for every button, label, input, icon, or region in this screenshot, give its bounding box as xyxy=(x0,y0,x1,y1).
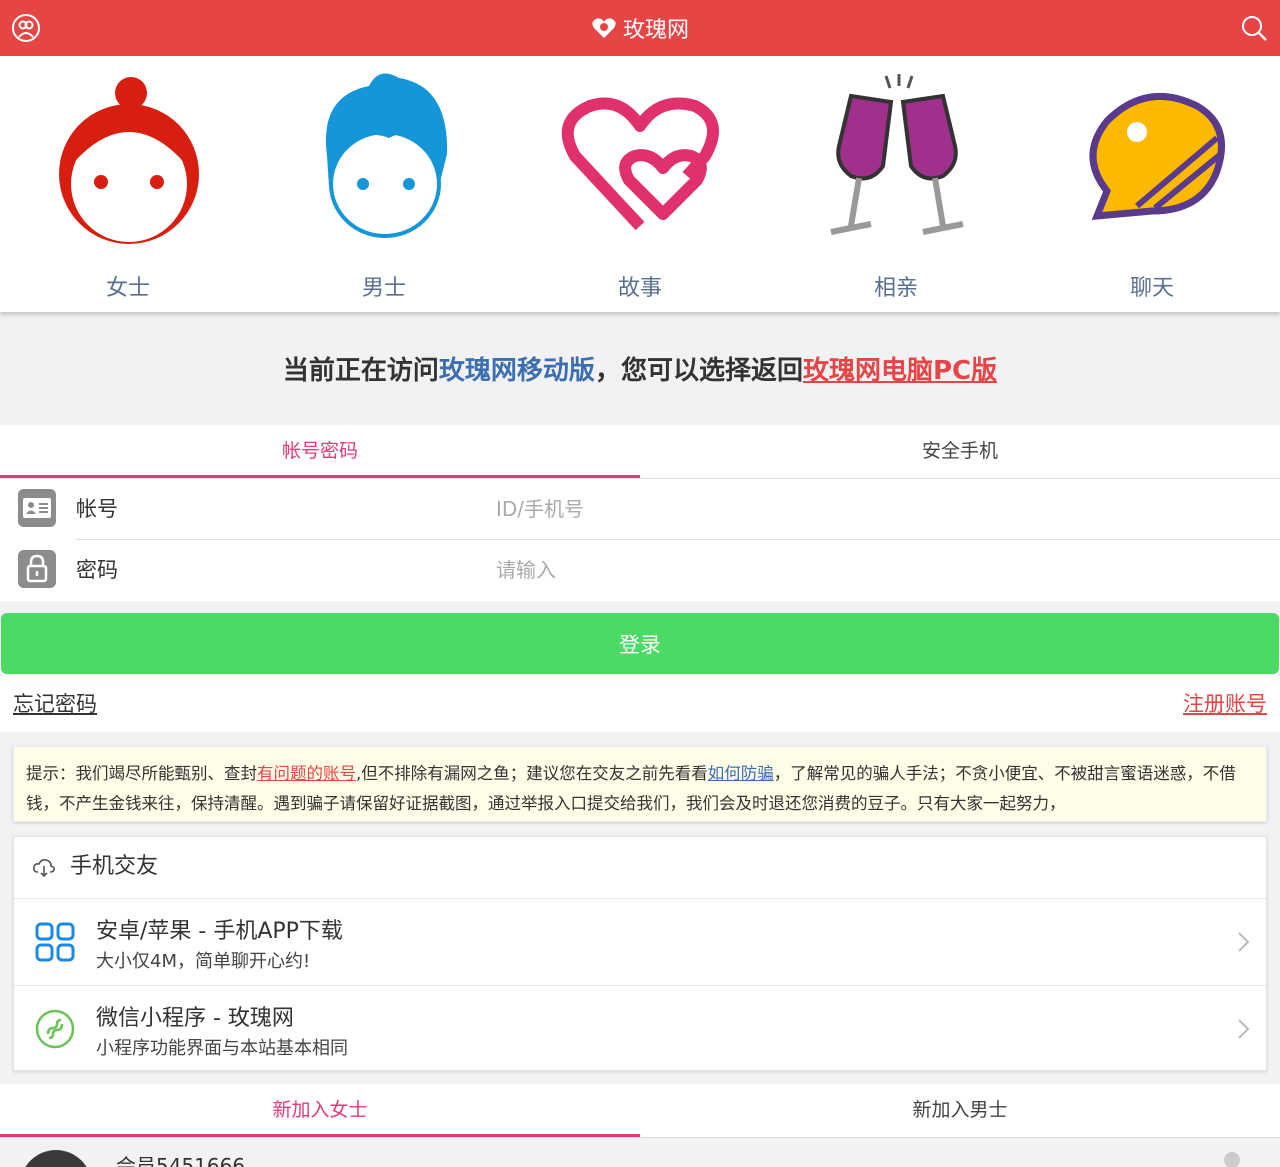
tip-text-2: ,但不排除有漏网之鱼；建议您在交友之前先看看 xyxy=(356,764,708,783)
mini-program-title: 微信小程序 - 玫瑰网 xyxy=(96,1006,294,1031)
woman-icon xyxy=(59,77,199,244)
mini-program-item[interactable]: 微信小程序 - 玫瑰网 小程序功能界面与本站基本相同 xyxy=(14,985,1266,1071)
tip-text-1: 提示：我们竭尽所能甄别、查封 xyxy=(26,764,257,783)
nav-item-women[interactable]: 女士 xyxy=(0,56,256,312)
app-download-title: 安卓/苹果 - 手机APP下载 xyxy=(96,919,343,944)
password-row: 密码 xyxy=(0,540,1280,601)
anti-fraud-link[interactable]: 如何防骗 xyxy=(708,764,774,783)
safety-tip: 提示：我们竭尽所能甄别、查封有问题的账号,但不排除有漏网之鱼；建议您在交友之前先… xyxy=(13,746,1267,822)
card-header: 手机交友 xyxy=(14,837,1266,899)
top-bar: 玫瑰网 xyxy=(0,0,1280,56)
tab-new-men[interactable]: 新加入男士 xyxy=(640,1084,1280,1137)
nav-label-matchmaking: 相亲 xyxy=(873,276,918,301)
version-notice: 当前正在访问 玫瑰网移动版 ，您可以选择返回 玫瑰网电脑PC版 xyxy=(0,312,1280,425)
avatar[interactable] xyxy=(20,1150,92,1167)
new-member-tabs: 新加入女士 新加入男士 xyxy=(0,1084,1280,1138)
nav-item-stories[interactable]: 故事 xyxy=(512,56,768,312)
login-tabs: 帐号密码 安全手机 xyxy=(0,425,1280,479)
account-links: 忘记密码 注册账号 xyxy=(0,676,1280,732)
tab-secure-phone[interactable]: 安全手机 xyxy=(640,425,1280,478)
nav-item-matchmaking[interactable]: 相亲 xyxy=(768,56,1024,312)
account-input[interactable] xyxy=(496,487,1256,531)
nav-item-chat[interactable]: 聊天 xyxy=(1024,56,1280,312)
nav-label-stories: 故事 xyxy=(617,276,662,301)
member-name[interactable]: 会员5451666 xyxy=(116,1150,245,1167)
search-icon[interactable] xyxy=(1238,12,1270,44)
problem-accounts-link[interactable]: 有问题的账号 xyxy=(257,764,356,783)
app-download-subtitle: 大小仅4M，简单聊开心约! xyxy=(96,951,311,972)
brand-logo[interactable]: 玫瑰网 xyxy=(0,0,1280,56)
mini-program-icon xyxy=(35,1009,75,1049)
forgot-password-link[interactable]: 忘记密码 xyxy=(13,688,97,718)
password-input[interactable] xyxy=(496,548,1256,592)
brand-name: 玫瑰网 xyxy=(622,18,689,43)
man-icon xyxy=(325,73,448,238)
nav-label-men: 男士 xyxy=(361,276,406,301)
login-button[interactable]: 登录 xyxy=(1,613,1279,674)
register-link[interactable]: 注册账号 xyxy=(1183,688,1267,718)
card-title: 手机交友 xyxy=(70,854,159,879)
category-nav: 女士 男士 故事 相亲 聊天 xyxy=(0,56,1280,312)
nav-item-men[interactable]: 男士 xyxy=(256,56,512,312)
notice-prefix: 当前正在访问 xyxy=(282,356,439,386)
pc-version-link[interactable]: 玫瑰网电脑PC版 xyxy=(803,350,997,387)
id-card-icon xyxy=(18,489,56,527)
nav-label-chat: 聊天 xyxy=(1129,276,1174,301)
notice-mobile-version: 玫瑰网移动版 xyxy=(438,356,595,386)
app-grid-icon xyxy=(35,922,75,962)
tab-new-women[interactable]: 新加入女士 xyxy=(0,1084,640,1137)
account-label: 帐号 xyxy=(76,497,118,521)
nav-label-women: 女士 xyxy=(105,276,150,301)
chevron-right-icon xyxy=(1238,932,1250,952)
password-label: 密码 xyxy=(76,558,118,582)
tab-account-password[interactable]: 帐号密码 xyxy=(0,425,640,478)
lock-icon xyxy=(18,550,56,588)
cloud-download-icon xyxy=(33,859,55,878)
hearts-icon xyxy=(561,97,719,231)
login-form: 帐号 密码 xyxy=(0,479,1280,601)
chevron-right-icon xyxy=(1238,1019,1250,1039)
chat-bubble-icon xyxy=(1089,92,1225,221)
account-row: 帐号 xyxy=(0,479,1280,540)
mobile-dating-card: 手机交友 安卓/苹果 - 手机APP下载 大小仅4M，简单聊开心约! 微信小程序… xyxy=(13,836,1267,1071)
mini-program-subtitle: 小程序功能界面与本站基本相同 xyxy=(96,1038,348,1059)
heart-logo-icon xyxy=(592,18,616,38)
wine-glasses-icon xyxy=(830,74,964,235)
app-download-item[interactable]: 安卓/苹果 - 手机APP下载 大小仅4M，简单聊开心约! xyxy=(14,899,1266,985)
notice-middle: ，您可以选择返回 xyxy=(594,356,803,386)
voice-icon xyxy=(1224,1152,1240,1167)
